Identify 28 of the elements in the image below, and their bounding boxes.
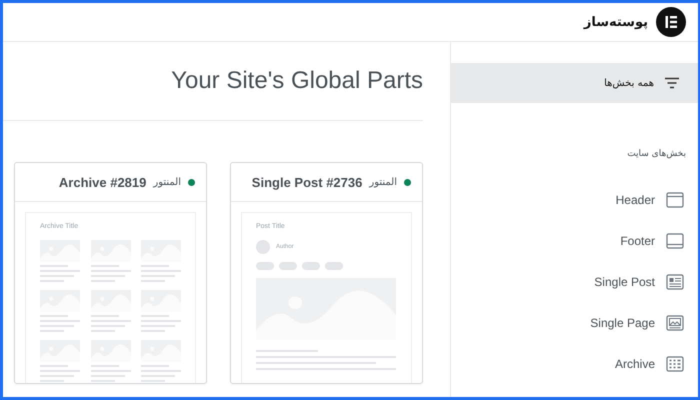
page-image-icon <box>666 314 684 330</box>
avatar-placeholder <box>256 240 270 254</box>
filter-tab[interactable]: همه بخش‌ها <box>451 63 698 103</box>
sidebar-item[interactable]: Footer <box>620 234 655 248</box>
sidebar-item[interactable]: Header <box>616 192 655 206</box>
tag-placeholder <box>256 262 274 270</box>
post-layout-icon <box>666 274 684 290</box>
sidebar-item[interactable]: Single Page <box>590 316 655 330</box>
app-title: پوسته‌ساز <box>584 14 648 30</box>
logo-icon <box>656 7 686 37</box>
status-label: المنتور <box>369 176 397 188</box>
tag-placeholder <box>279 262 297 270</box>
footer-layout-icon <box>666 232 684 248</box>
status-label: المنتور <box>153 176 181 188</box>
tag-placeholder <box>302 262 320 270</box>
placeholder-line <box>40 380 64 382</box>
section-title: بخش‌های سایت <box>626 149 687 159</box>
placeholder-line <box>90 380 114 382</box>
sidebar-item[interactable]: Single Post <box>594 274 655 288</box>
filter-icon <box>664 77 680 89</box>
tag-placeholder <box>325 262 343 270</box>
header-layout-icon <box>666 192 684 208</box>
grid-layout-icon <box>666 356 684 372</box>
card-title: Single Post #2736 <box>252 174 362 190</box>
card-title: Archive #2819 <box>58 174 146 190</box>
sidebar-item[interactable]: Archive <box>614 356 655 370</box>
page-heading: Your Site's Global Parts <box>170 66 423 96</box>
placeholder-line <box>141 380 165 382</box>
